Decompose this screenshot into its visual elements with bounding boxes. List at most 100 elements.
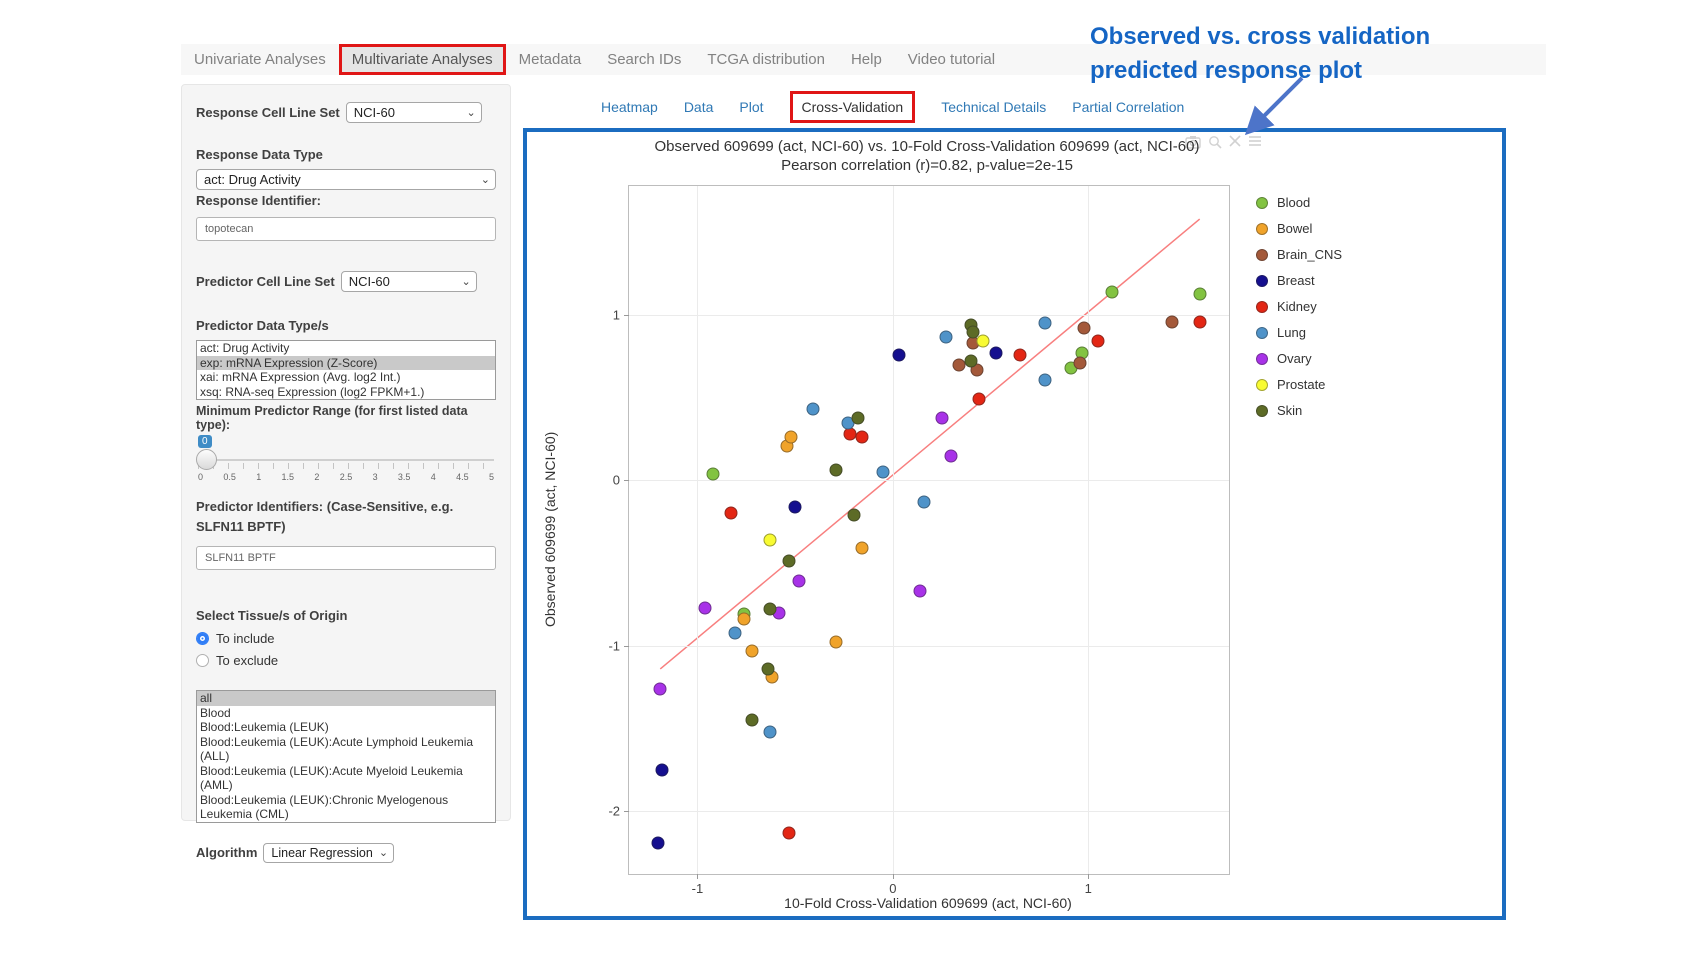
algorithm-label: Algorithm — [196, 845, 257, 860]
response-cell-line-set-select[interactable]: NCI-60 ⌄ — [346, 102, 482, 123]
slider-tick-label: 1 — [256, 472, 261, 482]
legend-color-dot — [1256, 327, 1268, 339]
scatter-point-lung — [939, 330, 952, 343]
tissue-option[interactable]: Blood:Leukemia (LEUK) — [197, 720, 495, 735]
x-tick-mark — [697, 874, 698, 879]
chevron-down-icon: ⌄ — [481, 173, 490, 186]
legend-item-skin[interactable]: Skin — [1256, 403, 1342, 418]
scatter-point-ovary — [699, 601, 712, 614]
scatter-point-kidney — [1193, 315, 1206, 328]
legend-item-blood[interactable]: Blood — [1256, 195, 1342, 210]
legend-item-ovary[interactable]: Ovary — [1256, 351, 1342, 366]
tissue-option[interactable]: Blood:Leukemia (LEUK):Acute Lymphoid Leu… — [197, 735, 495, 764]
chart-title: Observed 609699 (act, NCI-60) vs. 10-Fol… — [547, 138, 1307, 155]
y-tick-mark — [624, 480, 629, 481]
radio-icon[interactable] — [196, 632, 209, 645]
tissue-option[interactable]: Blood:Leukemia (LEUK):Chronic Myelogenou… — [197, 793, 495, 822]
response-identifier-input[interactable] — [196, 217, 496, 241]
slider-track[interactable] — [198, 459, 494, 461]
legend-color-dot — [1256, 301, 1268, 313]
legend-item-kidney[interactable]: Kidney — [1256, 299, 1342, 314]
scatter-point-ovary — [793, 575, 806, 588]
predictor-identifiers-input[interactable] — [196, 546, 496, 570]
nav-item-tcga-distribution[interactable]: TCGA distribution — [694, 44, 838, 75]
scatter-point-bowel — [855, 542, 868, 555]
predictor-data-type-option[interactable]: xai: mRNA Expression (Avg. log2 Int.) — [197, 370, 495, 385]
slider-tick-label: 2 — [314, 472, 319, 482]
scatter-point-brain_cns — [1078, 322, 1091, 335]
response-data-type-select[interactable]: act: Drug Activity ⌄ — [196, 169, 496, 190]
predictor-data-type-option[interactable]: act: Drug Activity — [197, 341, 495, 356]
chart-subtitle: Pearson correlation (r)=0.82, p-value=2e… — [547, 157, 1307, 174]
tab-cross-validation[interactable]: Cross-Validation — [790, 91, 916, 123]
chevron-down-icon: ⌄ — [461, 275, 470, 288]
tissue-option[interactable]: Blood:Leukemia (LEUK):Acute Myeloid Leuk… — [197, 764, 495, 793]
legend-item-brain_cns[interactable]: Brain_CNS — [1256, 247, 1342, 262]
y-axis-title: Observed 609699 (act, NCI-60) — [535, 185, 565, 873]
response-identifier-label: Response Identifier: — [196, 193, 496, 208]
tab-data[interactable]: Data — [684, 99, 714, 115]
slider-tick-label: 0 — [198, 472, 203, 482]
nav-item-video-tutorial[interactable]: Video tutorial — [895, 44, 1008, 75]
legend-label: Breast — [1277, 273, 1315, 288]
nav-item-multivariate-analyses[interactable]: Multivariate Analyses — [339, 44, 506, 75]
app-screen: Univariate AnalysesMultivariate Analyses… — [0, 0, 1700, 956]
nav-item-search-ids[interactable]: Search IDs — [594, 44, 694, 75]
tab-technical-details[interactable]: Technical Details — [941, 99, 1046, 115]
legend-item-bowel[interactable]: Bowel — [1256, 221, 1342, 236]
algorithm-value: Linear Regression — [271, 846, 372, 860]
scatter-point-bowel — [738, 613, 751, 626]
tab-plot[interactable]: Plot — [739, 99, 763, 115]
tissue-option[interactable]: Blood — [197, 706, 495, 721]
tab-heatmap[interactable]: Heatmap — [601, 99, 658, 115]
x-tick-label: -1 — [692, 881, 704, 896]
slider-tick-label: 4.5 — [456, 472, 469, 482]
scatter-point-ovary — [654, 682, 667, 695]
legend-color-dot — [1256, 353, 1268, 365]
scatter-point-prostate — [976, 335, 989, 348]
legend-label: Blood — [1277, 195, 1310, 210]
scatter-point-blood — [707, 467, 720, 480]
y-tick-mark — [624, 646, 629, 647]
scatter-point-blood — [1105, 285, 1118, 298]
scatter-point-brain_cns — [1074, 356, 1087, 369]
nav-item-help[interactable]: Help — [838, 44, 895, 75]
algorithm-select[interactable]: Linear Regression ⌄ — [263, 843, 394, 863]
nav-item-metadata[interactable]: Metadata — [506, 44, 595, 75]
legend-label: Ovary — [1277, 351, 1312, 366]
nav-item-univariate-analyses[interactable]: Univariate Analyses — [181, 44, 339, 75]
legend-item-breast[interactable]: Breast — [1256, 273, 1342, 288]
scatter-point-bowel — [830, 636, 843, 649]
slider-tick-label: 3 — [373, 472, 378, 482]
predictor-data-type-option[interactable]: exp: mRNA Expression (Z-Score) — [197, 356, 495, 371]
slider-tick-label: 4 — [431, 472, 436, 482]
legend-color-dot — [1256, 249, 1268, 261]
response-data-type-value: act: Drug Activity — [204, 172, 301, 187]
tissue-radio-to-include[interactable]: To include — [196, 631, 496, 646]
scatter-point-lung — [877, 466, 890, 479]
y-gridline — [629, 646, 1229, 647]
radio-icon[interactable] — [196, 654, 209, 667]
result-tabs: Heatmap Data Plot Cross-Validation Technical… — [601, 92, 1184, 122]
cross-validation-plot-container: Observed 609699 (act, NCI-60) vs. 10-Fol… — [523, 128, 1506, 920]
chevron-down-icon: ⌄ — [467, 106, 476, 119]
chevron-down-icon: ⌄ — [379, 846, 388, 859]
control-sidebar: Response Cell Line Set NCI-60 ⌄ Response… — [181, 84, 511, 821]
x-axis-title: 10-Fold Cross-Validation 609699 (act, NC… — [628, 895, 1228, 911]
scatter-point-lung — [763, 725, 776, 738]
predictor-cell-line-set-select[interactable]: NCI-60 ⌄ — [341, 271, 477, 292]
slider-handle[interactable] — [196, 449, 217, 470]
legend-item-lung[interactable]: Lung — [1256, 325, 1342, 340]
x-tick-label: 1 — [1085, 881, 1092, 896]
legend-item-prostate[interactable]: Prostate — [1256, 377, 1342, 392]
tab-partial-correlation[interactable]: Partial Correlation — [1072, 99, 1184, 115]
predictor-data-type-option[interactable]: xsq: RNA-seq Expression (log2 FPKM+1.) — [197, 385, 495, 400]
legend-color-dot — [1256, 379, 1268, 391]
tissue-option[interactable]: all — [197, 691, 495, 706]
response-cell-line-set-value: NCI-60 — [354, 105, 395, 120]
slider-tick-labels: 00.511.522.533.544.55 — [198, 472, 494, 482]
scatter-point-breast — [652, 836, 665, 849]
tissue-origin-radios: To include To exclude — [196, 631, 496, 668]
tissue-radio-to-exclude[interactable]: To exclude — [196, 653, 496, 668]
slider-tick-label: 1.5 — [282, 472, 295, 482]
